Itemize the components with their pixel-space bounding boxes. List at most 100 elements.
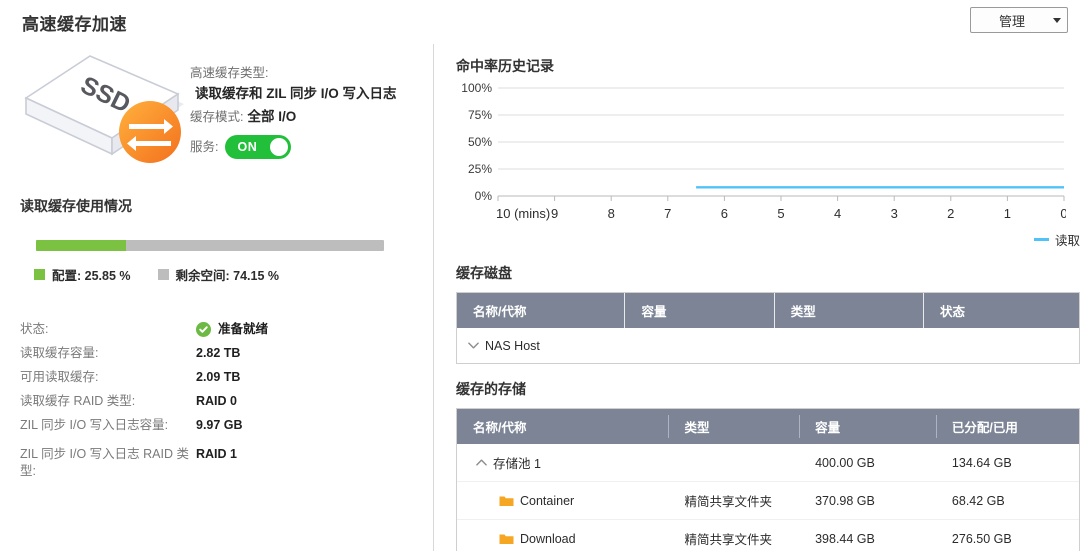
- detail-value: 9.97 GB: [196, 417, 243, 434]
- svg-text:50%: 50%: [468, 135, 492, 149]
- manage-button-label: 管理: [971, 11, 1047, 30]
- cache-acceleration-page: 高速缓存加速 管理 SSD: [0, 0, 1080, 551]
- cache-mode-row: 缓存模式: 全部 I/O: [190, 106, 434, 127]
- detail-value: 准备就绪: [196, 321, 268, 338]
- column-header[interactable]: 状态: [923, 293, 1079, 328]
- cell-name: Download: [457, 520, 668, 551]
- cache-mode-value: 全部 I/O: [247, 106, 296, 127]
- legend-label-free: 剩余空间: 74.15 %: [176, 265, 280, 284]
- table-header-row: 名称/代称容量类型状态: [457, 293, 1079, 328]
- svg-text:8: 8: [608, 206, 615, 221]
- row-name: 存储池 1: [493, 453, 541, 472]
- manage-dropdown-button[interactable]: 管理: [970, 7, 1068, 33]
- cell-allocated: 276.50 GB: [936, 520, 1079, 551]
- cell-allocated: 68.42 GB: [936, 482, 1079, 520]
- row-name: Download: [520, 532, 576, 546]
- column-header[interactable]: 类型: [774, 293, 923, 328]
- table-header-row: 名称/代称类型容量已分配/已用: [457, 409, 1079, 444]
- status-badge: 准备就绪: [218, 321, 268, 338]
- service-toggle-state: ON: [228, 140, 257, 154]
- detail-row: ZIL 同步 I/O 写入日志容量:9.97 GB: [20, 417, 420, 434]
- svg-text:1: 1: [1004, 206, 1011, 221]
- cell-capacity: [625, 328, 774, 363]
- svg-text:75%: 75%: [468, 108, 492, 122]
- column-header[interactable]: 已分配/已用: [936, 409, 1079, 444]
- left-panel: SSD 高速缓存类型: 读取缓存和 ZIL 同步 I/O 写入日志 缓存模式:: [0, 44, 433, 551]
- table-row[interactable]: NAS Host: [457, 328, 1079, 363]
- cached-storage-table: 名称/代称类型容量已分配/已用 存储池 1400.00 GB134.64 GBC…: [456, 408, 1080, 551]
- svg-text:4: 4: [834, 206, 841, 221]
- cell-name: NAS Host: [457, 328, 625, 363]
- read-cache-usage-bar: [36, 240, 384, 251]
- bidirectional-arrows-icon: [114, 96, 186, 168]
- table-row[interactable]: Download 精简共享文件夹398.44 GB276.50 GB: [457, 520, 1079, 551]
- table-row[interactable]: Container精简共享文件夹370.98 GB68.42 GB: [457, 482, 1079, 520]
- svg-text:7: 7: [664, 206, 671, 221]
- cache-disk-table: 名称/代称容量类型状态 NAS Host: [456, 292, 1080, 364]
- cell-status: [923, 328, 1079, 363]
- column-header[interactable]: 名称/代称: [457, 293, 625, 328]
- legend-line-read: [1034, 238, 1049, 241]
- column-header[interactable]: 容量: [625, 293, 774, 328]
- detail-label: 可用读取缓存:: [20, 369, 196, 386]
- folder-icon: [499, 533, 513, 544]
- cell-capacity: 398.44 GB: [799, 520, 936, 551]
- column-header[interactable]: 名称/代称: [457, 409, 668, 444]
- cell-type: 精简共享文件夹: [668, 482, 799, 520]
- svg-text:6: 6: [721, 206, 728, 221]
- svg-text:10 (mins): 10 (mins): [496, 206, 550, 221]
- page-title: 高速缓存加速: [22, 10, 127, 35]
- cell-allocated: 134.64 GB: [936, 444, 1079, 482]
- detail-value: RAID 1: [196, 446, 237, 463]
- cache-details-list: 状态:准备就绪读取缓存容量:2.82 TB可用读取缓存:2.09 TB读取缓存 …: [20, 321, 420, 492]
- chevron-down-icon: [1047, 18, 1067, 23]
- hit-rate-chart: 0%25%50%75%100%10 (mins)9876543210: [456, 80, 1066, 225]
- column-header[interactable]: 类型: [668, 409, 799, 444]
- svg-text:0: 0: [1060, 206, 1066, 221]
- detail-row: ZIL 同步 I/O 写入日志 RAID 类型:RAID 1: [20, 446, 420, 480]
- cell-type: 精简共享文件夹: [668, 520, 799, 551]
- cache-info-column: 高速缓存类型: 读取缓存和 ZIL 同步 I/O 写入日志 缓存模式: 全部 I…: [190, 64, 434, 159]
- detail-row: 读取缓存容量:2.82 TB: [20, 345, 420, 362]
- service-toggle[interactable]: ON: [225, 135, 291, 159]
- detail-row: 读取缓存 RAID 类型:RAID 0: [20, 393, 420, 410]
- service-row: 服务: ON: [190, 135, 434, 159]
- legend-swatch-free: [158, 269, 169, 280]
- cached-storage-title: 缓存的存储: [456, 379, 526, 399]
- cell-capacity: 400.00 GB: [799, 444, 936, 482]
- svg-text:100%: 100%: [461, 81, 492, 95]
- right-panel: 命中率历史记录 0%25%50%75%100%10 (mins)98765432…: [434, 44, 1080, 551]
- cell-capacity: 370.98 GB: [799, 482, 936, 520]
- detail-row: 可用读取缓存:2.09 TB: [20, 369, 420, 386]
- detail-label: ZIL 同步 I/O 写入日志容量:: [20, 417, 196, 434]
- detail-row: 状态: 准备就绪: [20, 321, 420, 338]
- hit-rate-chart-title: 命中率历史记录: [456, 56, 554, 76]
- cell-name: Container: [457, 482, 668, 520]
- detail-value: 2.82 TB: [196, 345, 240, 362]
- svg-text:2: 2: [947, 206, 954, 221]
- cell-type: [668, 444, 799, 482]
- legend-swatch-used: [34, 269, 45, 280]
- folder-icon: [499, 495, 513, 506]
- table-row[interactable]: 存储池 1 400.00 GB134.64 GB: [457, 444, 1079, 482]
- cache-type-value: 读取缓存和 ZIL 同步 I/O 写入日志: [190, 83, 434, 104]
- column-header[interactable]: 容量: [799, 409, 936, 444]
- detail-label: 读取缓存容量:: [20, 345, 196, 362]
- svg-text:5: 5: [777, 206, 784, 221]
- detail-label: 读取缓存 RAID 类型:: [20, 393, 196, 410]
- chart-legend: 读取: [1034, 230, 1080, 249]
- cell-type: [774, 328, 923, 363]
- cache-mode-label: 缓存模式:: [190, 108, 243, 127]
- chevron-down-icon[interactable]: [467, 340, 478, 351]
- service-label: 服务:: [190, 138, 218, 157]
- cache-disk-title: 缓存磁盘: [456, 263, 512, 283]
- detail-label: ZIL 同步 I/O 写入日志 RAID 类型:: [20, 446, 196, 480]
- svg-text:3: 3: [891, 206, 898, 221]
- detail-label: 状态:: [20, 321, 196, 338]
- cache-type-label: 高速缓存类型:: [190, 64, 434, 83]
- detail-value: 2.09 TB: [196, 369, 240, 386]
- cell-name: 存储池 1: [457, 444, 668, 482]
- chevron-up-icon[interactable]: [475, 457, 486, 468]
- svg-text:25%: 25%: [468, 162, 492, 176]
- legend-label-read: 读取: [1055, 230, 1080, 249]
